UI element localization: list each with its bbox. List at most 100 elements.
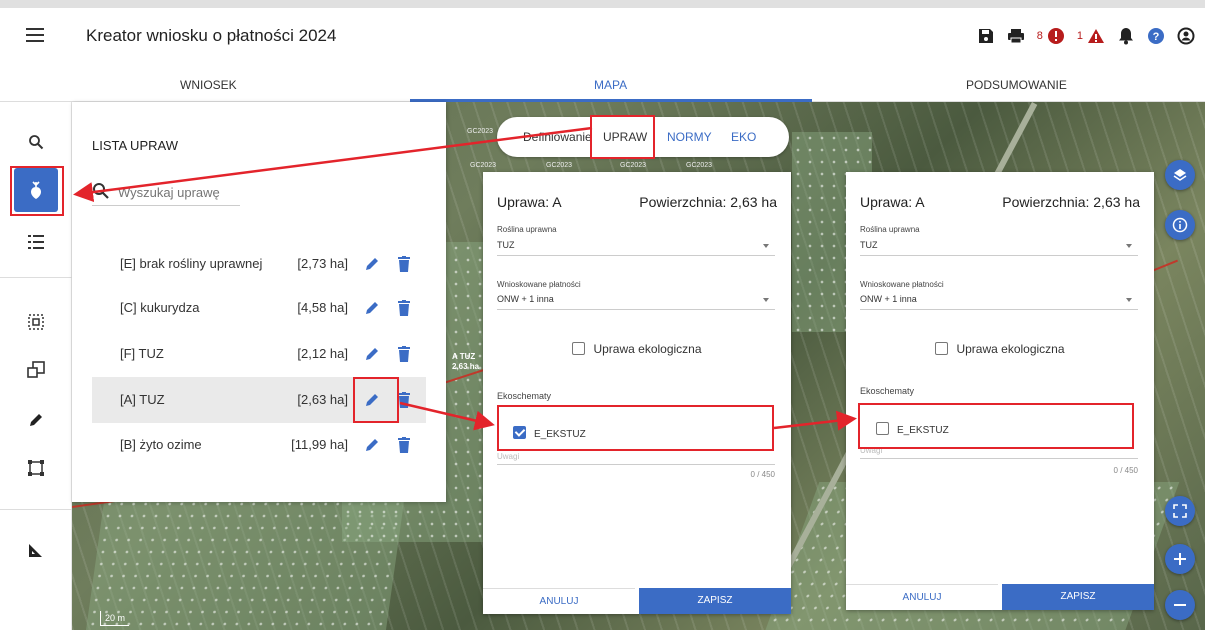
map-gc-label: GC2023 (467, 128, 494, 135)
mode-normy[interactable]: NORMY (667, 130, 712, 144)
crop-row[interactable]: [C] kukurydza [4,58 ha] (92, 285, 426, 331)
pencil-icon[interactable] (362, 390, 382, 410)
crop-area: [2,73 ha] (297, 256, 348, 271)
crop-field-label: Roślina uprawna (860, 225, 920, 234)
crop-name: [E] brak rośliny uprawnej (120, 256, 263, 271)
eco-checkbox[interactable] (572, 342, 586, 355)
payments-select[interactable]: ONW + 1 inna (497, 294, 775, 310)
chevron-down-icon (763, 298, 769, 302)
payments-field-label: Wnioskowane płatności (860, 280, 944, 289)
help-icon[interactable]: ? (1147, 27, 1165, 45)
payments-select-value: ONW + 1 inna (860, 294, 917, 304)
crop-row[interactable]: [B] żyto ozime [11,99 ha] (92, 422, 426, 468)
uwagi-input[interactable] (860, 458, 1138, 459)
tab-wniosek[interactable]: WNIOSEK (180, 78, 237, 92)
uwagi-input[interactable] (497, 464, 775, 465)
ekstuz-checkbox-row[interactable]: E_EKSTUZ (513, 424, 586, 440)
map-gc-label: GC2023 (686, 162, 713, 169)
pencil-icon[interactable] (14, 398, 58, 442)
ekoschematy-label: Ekoschematy (497, 391, 552, 401)
tab-mapa[interactable]: MAPA (594, 78, 627, 92)
save-icon[interactable] (977, 27, 995, 45)
tab-indicator (410, 99, 812, 102)
save-button[interactable]: ZAPISZ (639, 588, 791, 614)
map-gc-label: GC2023 (546, 162, 573, 169)
mode-eko[interactable]: EKO (731, 130, 756, 144)
eco-checkbox-row[interactable]: Uprawa ekologiczna (846, 342, 1154, 356)
uwagi-label: Uwagi (497, 452, 520, 461)
ekoschematy-label: Ekoschematy (860, 386, 915, 396)
menu-icon[interactable] (26, 28, 44, 42)
crop-area: [2,12 ha] (297, 346, 348, 361)
eco-checkbox[interactable] (935, 342, 949, 355)
rail-divider (0, 277, 72, 278)
payments-select[interactable]: ONW + 1 inna (860, 294, 1138, 310)
crop-list-title: LISTA UPRAW (92, 138, 178, 153)
layers-icon (1173, 169, 1187, 181)
map-gc-label: GC2023 (470, 162, 497, 169)
pencil-icon[interactable] (362, 435, 382, 455)
crop-select[interactable]: TUZ (860, 240, 1138, 256)
uwagi-counter: 0 / 450 (1113, 466, 1138, 475)
eco-checkbox-label: Uprawa ekologiczna (593, 342, 702, 356)
chevron-down-icon (1126, 298, 1132, 302)
trash-icon[interactable] (394, 435, 414, 455)
crop-row[interactable]: [A] TUZ [2,63 ha] (92, 377, 426, 423)
crop-row[interactable]: [E] brak rośliny uprawnej [2,73 ha] (92, 241, 426, 287)
search-icon[interactable] (14, 120, 58, 164)
trash-icon[interactable] (394, 390, 414, 410)
trash-icon[interactable] (394, 344, 414, 364)
ekstuz-label: E_EKSTUZ (534, 429, 586, 440)
trash-icon[interactable] (394, 254, 414, 274)
print-icon[interactable] (1007, 27, 1025, 45)
crop-row[interactable]: [F] TUZ [2,12 ha] (92, 331, 426, 377)
pencil-icon[interactable] (362, 298, 382, 318)
crop-area: [11,99 ha] (291, 437, 348, 452)
mode-upraw[interactable]: UPRAW (603, 130, 647, 144)
ekstuz-checkbox[interactable] (513, 426, 526, 439)
cancel-button[interactable]: ANULUJ (846, 584, 998, 610)
crop-select[interactable]: TUZ (497, 240, 775, 256)
uwagi-counter: 0 / 450 (750, 470, 775, 479)
ruler-icon[interactable] (14, 528, 58, 572)
form-area: Powierzchnia: 2,63 ha (1002, 194, 1140, 210)
info-button[interactable] (1165, 210, 1195, 240)
eco-checkbox-row[interactable]: Uprawa ekologiczna (483, 342, 791, 356)
bell-icon[interactable] (1117, 27, 1135, 45)
bbox-icon[interactable] (14, 446, 58, 490)
crop-area: [2,63 ha] (297, 392, 348, 407)
plus-icon (1174, 553, 1186, 565)
zoom-in-button[interactable] (1165, 544, 1195, 574)
copy-icon[interactable] (14, 348, 58, 392)
form-area: Powierzchnia: 2,63 ha (639, 194, 777, 210)
crop-name: [F] TUZ (120, 346, 164, 361)
crop-field-label: Roślina uprawna (497, 225, 557, 234)
list-icon[interactable] (14, 220, 58, 264)
app-title: Kreator wniosku o płatności 2024 (86, 26, 337, 45)
account-icon[interactable] (1177, 27, 1195, 45)
crop-search-input[interactable] (118, 180, 238, 204)
crop-icon[interactable] (14, 168, 58, 212)
fullscreen-button[interactable] (1165, 496, 1195, 526)
map-gc-label: GC2023 (620, 162, 647, 169)
zoom-out-button[interactable] (1165, 590, 1195, 620)
crop-name: [A] TUZ (120, 392, 165, 407)
info-icon (1172, 217, 1188, 233)
mode-definiowanie[interactable]: Definiowanie (523, 130, 592, 144)
warning-icon[interactable] (1087, 27, 1105, 45)
svg-text:?: ? (1153, 31, 1160, 43)
ekstuz-checkbox-row[interactable]: E_EKSTUZ (876, 420, 949, 436)
trash-icon[interactable] (394, 298, 414, 318)
error-icon[interactable] (1047, 27, 1065, 45)
chevron-down-icon (763, 244, 769, 248)
pencil-icon[interactable] (362, 254, 382, 274)
cancel-button[interactable]: ANULUJ (483, 588, 635, 614)
tab-podsumowanie[interactable]: PODSUMOWANIE (966, 78, 1067, 92)
pencil-icon[interactable] (362, 344, 382, 364)
uwagi-label: Uwagi (860, 446, 883, 455)
select-area-icon[interactable] (14, 300, 58, 344)
minus-icon (1174, 604, 1186, 606)
ekstuz-checkbox[interactable] (876, 422, 889, 435)
layers-button[interactable] (1165, 160, 1195, 190)
save-button[interactable]: ZAPISZ (1002, 584, 1154, 610)
